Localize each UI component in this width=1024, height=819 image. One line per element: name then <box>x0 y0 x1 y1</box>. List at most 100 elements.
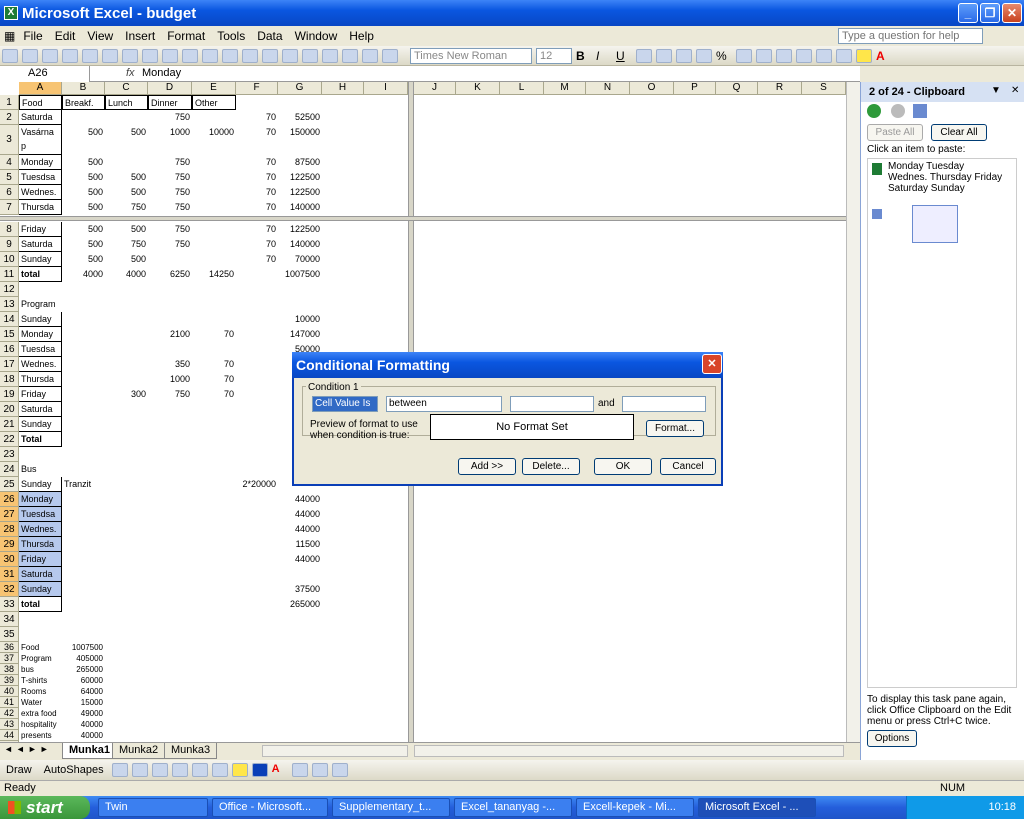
sort-ascending-icon[interactable] <box>302 48 318 63</box>
cell-g15[interactable]: 147000 <box>278 327 322 342</box>
restore-button[interactable]: ❐ <box>980 3 1000 23</box>
cell-a42[interactable]: extra food <box>19 708 62 719</box>
cell-c23[interactable] <box>105 447 148 462</box>
cell-g10[interactable]: 70000 <box>278 252 322 267</box>
italic-icon[interactable]: I <box>596 49 612 63</box>
row-header[interactable]: 28 <box>0 522 19 537</box>
column-header-f[interactable]: F <box>236 82 278 95</box>
cell-d19[interactable]: 750 <box>148 387 192 402</box>
cell-f31[interactable] <box>236 567 278 582</box>
underline-icon[interactable]: U <box>616 49 632 63</box>
cell-d31[interactable] <box>148 567 192 582</box>
cell-b2[interactable] <box>62 110 105 125</box>
save-icon[interactable] <box>42 48 58 63</box>
cell-d3[interactable]: 1000 <box>148 125 192 155</box>
paste-icon[interactable] <box>182 48 198 63</box>
cell-f26[interactable] <box>236 492 278 507</box>
cell-c11[interactable]: 4000 <box>105 267 148 282</box>
row-header[interactable]: 43 <box>0 719 19 730</box>
column-header-n[interactable]: N <box>586 82 630 95</box>
ok-button[interactable]: OK <box>594 458 652 475</box>
cell-a22[interactable]: Total <box>19 432 62 447</box>
cell-b25[interactable]: Tranzit <box>62 477 105 492</box>
task-supplementary[interactable]: Supplementary_t... <box>332 798 450 817</box>
task-excel-tananyag[interactable]: Excel_tananyag -... <box>454 798 572 817</box>
shadow-icon[interactable] <box>311 763 328 777</box>
row-header[interactable]: 44 <box>0 730 19 741</box>
home-icon[interactable] <box>913 104 927 118</box>
add-button[interactable]: Add >> <box>458 458 516 475</box>
cell-a6[interactable]: Wednes. <box>19 185 62 200</box>
cell-d33[interactable] <box>148 597 192 612</box>
cell-c34[interactable] <box>105 612 148 627</box>
cell-b38[interactable]: 265000 <box>62 664 105 675</box>
cell-g31[interactable] <box>278 567 322 582</box>
cell-e29[interactable] <box>192 537 236 552</box>
cell-d23[interactable] <box>148 447 192 462</box>
cell-b44[interactable]: 40000 <box>62 730 105 741</box>
menu-insert[interactable]: Insert <box>119 29 161 43</box>
cell-e20[interactable] <box>192 402 236 417</box>
cell-e19[interactable]: 70 <box>192 387 236 402</box>
cell-b43[interactable]: 40000 <box>62 719 105 730</box>
cell-d24[interactable] <box>148 462 192 477</box>
cell-a2[interactable]: Saturda <box>19 110 62 125</box>
menu-help[interactable]: Help <box>343 29 380 43</box>
cell-a16[interactable]: Tuesdsa <box>19 342 62 357</box>
cell-d28[interactable] <box>148 522 192 537</box>
cell-g8[interactable]: 122500 <box>278 222 322 237</box>
row-header[interactable]: 4 <box>0 155 19 170</box>
pane-close-icon[interactable]: ✕ <box>1011 85 1019 96</box>
row-header[interactable]: 29 <box>0 537 19 552</box>
cell-e1[interactable]: Other <box>192 95 236 110</box>
cell-a29[interactable]: Thursda <box>19 537 62 552</box>
cell-g27[interactable]: 44000 <box>278 507 322 522</box>
cell-c18[interactable] <box>105 372 148 387</box>
max-value-input[interactable] <box>622 396 706 412</box>
cell-a39[interactable]: T-shirts <box>19 675 62 686</box>
cell-e14[interactable] <box>192 312 236 327</box>
options-button[interactable]: Options <box>867 730 917 747</box>
cell-d13[interactable] <box>148 297 192 312</box>
help-icon[interactable] <box>382 48 398 63</box>
font-color-icon[interactable]: A <box>876 49 892 63</box>
cell-e26[interactable] <box>192 492 236 507</box>
cell-f5[interactable]: 70 <box>236 170 278 185</box>
cell-f20[interactable] <box>236 402 278 417</box>
cell-a30[interactable]: Friday <box>19 552 62 567</box>
cell-f35[interactable] <box>236 627 278 642</box>
cell-c15[interactable] <box>105 327 148 342</box>
draw-menu[interactable]: Draw <box>0 764 38 776</box>
cell-a10[interactable]: Sunday <box>19 252 62 267</box>
cell-a7[interactable]: Thursda <box>19 200 62 215</box>
horizontal-scrollbar-left[interactable] <box>262 745 408 757</box>
cell-f22[interactable] <box>236 432 278 447</box>
cell-b30[interactable] <box>62 552 105 567</box>
cell-g2[interactable]: 52500 <box>278 110 322 125</box>
cell-e27[interactable] <box>192 507 236 522</box>
cell-b16[interactable] <box>62 342 105 357</box>
row-header[interactable]: 11 <box>0 267 19 282</box>
cell-g29[interactable]: 11500 <box>278 537 322 552</box>
cell-c1[interactable]: Lunch <box>105 95 148 110</box>
column-header-m[interactable]: M <box>544 82 586 95</box>
autosum-icon[interactable] <box>282 48 298 63</box>
cell-a23[interactable] <box>19 447 62 462</box>
column-header-d[interactable]: D <box>148 82 192 95</box>
cell-e25[interactable] <box>192 477 236 492</box>
open-icon[interactable] <box>22 48 38 63</box>
cell-b19[interactable] <box>62 387 105 402</box>
line-color-icon[interactable] <box>251 763 268 777</box>
cell-e24[interactable] <box>192 462 236 477</box>
cell-d29[interactable] <box>148 537 192 552</box>
font-name-select[interactable]: Times New Roman <box>410 47 532 64</box>
cell-g28[interactable]: 44000 <box>278 522 322 537</box>
align-center-icon[interactable] <box>656 48 672 63</box>
cut-icon[interactable] <box>142 48 158 63</box>
cell-c16[interactable] <box>105 342 148 357</box>
cell-b13[interactable] <box>62 297 105 312</box>
cell-b1[interactable]: Breakf. <box>62 95 105 110</box>
cell-a27[interactable]: Tuesdsa <box>19 507 62 522</box>
row-header[interactable]: 27 <box>0 507 19 522</box>
increase-decimal-icon[interactable] <box>756 48 772 63</box>
